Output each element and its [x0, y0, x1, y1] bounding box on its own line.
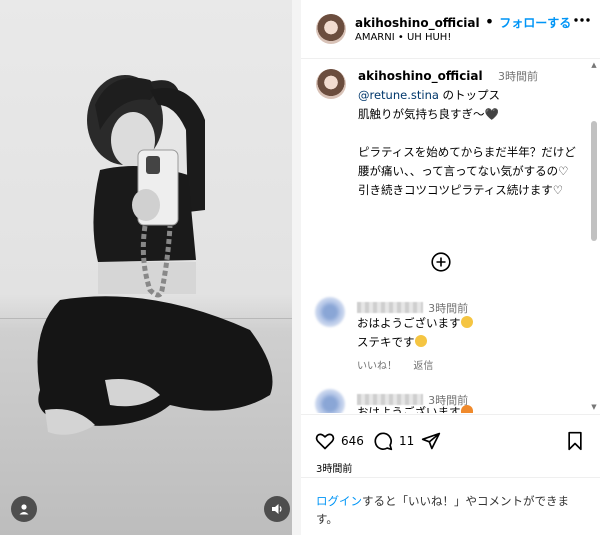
action-bar: 646 11 3時間前 — [301, 414, 600, 475]
login-prompt: ログインすると「いいね！」やコメントができます。 — [301, 477, 600, 536]
comment-text-line1: おはようございます — [357, 405, 461, 413]
caption-author-avatar[interactable] — [316, 69, 346, 99]
login-link[interactable]: ログイン — [316, 494, 362, 508]
save-button[interactable] — [565, 431, 585, 451]
bookmark-icon — [568, 431, 582, 451]
post-photo[interactable] — [0, 0, 301, 535]
heart-icon — [315, 433, 335, 450]
commenter-name[interactable] — [357, 302, 423, 313]
follow-button[interactable]: フォローする — [499, 16, 571, 30]
comment-button[interactable]: 11 — [373, 431, 414, 451]
comment-item: 3時間前 おはようございます — [315, 389, 585, 413]
like-button[interactable]: 646 — [315, 431, 364, 451]
post-panel: akihoshino_official • フォローする AMARNI • UH… — [301, 0, 600, 535]
comment-like-link[interactable]: いいね！ — [357, 361, 397, 372]
post-viewer: akihoshino_official • フォローする AMARNI • UH… — [0, 0, 600, 535]
comment-text-line1: おはようございます — [357, 316, 461, 330]
fire-emoji — [460, 405, 473, 413]
caption-line2: 肌触りが気持ち良すぎ〜🖤 — [358, 107, 499, 121]
post-caption: akihoshino_official 3時間前 @retune.stina の… — [358, 67, 580, 200]
caption-line1: のトップス — [438, 88, 501, 102]
person-figure — [37, 75, 273, 435]
add-comment-icon[interactable] — [431, 252, 451, 272]
caption-line3: ピラティスを始めてからまだ半年？だけど — [358, 145, 576, 159]
post-header: akihoshino_official • フォローする AMARNI • UH… — [301, 0, 600, 59]
audio-track[interactable]: AMARNI • UH HUH! — [355, 32, 451, 43]
audio-icon — [272, 504, 282, 514]
author-username[interactable]: akihoshino_official — [355, 16, 480, 30]
comment-item: 3時間前 おはようございます ステキです いいね！ 返信 — [315, 297, 585, 377]
audio-button[interactable] — [264, 496, 290, 522]
more-icon[interactable] — [574, 18, 590, 22]
separator-dot: • — [484, 12, 495, 31]
post-timestamp: 3時間前 — [316, 464, 353, 475]
share-button[interactable] — [421, 431, 441, 451]
scroll-down-arrow[interactable]: ▼ — [590, 403, 598, 411]
author-avatar[interactable] — [316, 14, 346, 44]
caption-time: 3時間前 — [497, 70, 538, 83]
caption-line5: 引き続きコツコツピラティス続けます♡ — [358, 183, 564, 197]
comments-scroll-area[interactable]: akihoshino_official 3時間前 @retune.stina の… — [301, 59, 600, 413]
scroll-thumb[interactable] — [591, 121, 597, 241]
caption-line4: 腰が痛い、、って言ってない気がするの♡ — [358, 164, 569, 178]
smile-emoji — [414, 335, 427, 347]
mention-link[interactable]: @retune.stina — [358, 88, 439, 102]
comment-icon — [374, 432, 393, 451]
commenter-avatar[interactable] — [315, 389, 345, 413]
caption-username[interactable]: akihoshino_official — [358, 69, 483, 83]
commenter-avatar[interactable] — [315, 297, 345, 327]
user-tag-button[interactable] — [11, 496, 37, 522]
comment-reply-link[interactable]: 返信 — [413, 361, 433, 372]
user-tag-icon — [19, 504, 29, 515]
scroll-up-arrow[interactable]: ▲ — [590, 61, 598, 69]
comments-scrollbar[interactable]: ▲ ▼ — [590, 61, 598, 411]
comment-text-line2: ステキです — [357, 335, 415, 349]
smile-emoji — [460, 316, 473, 328]
share-icon — [421, 432, 441, 450]
comments-count[interactable]: 11 — [399, 434, 414, 448]
likes-count[interactable]: 646 — [341, 434, 364, 448]
login-prompt-text: ログインすると「いいね！」やコメントができます。 — [316, 492, 586, 528]
